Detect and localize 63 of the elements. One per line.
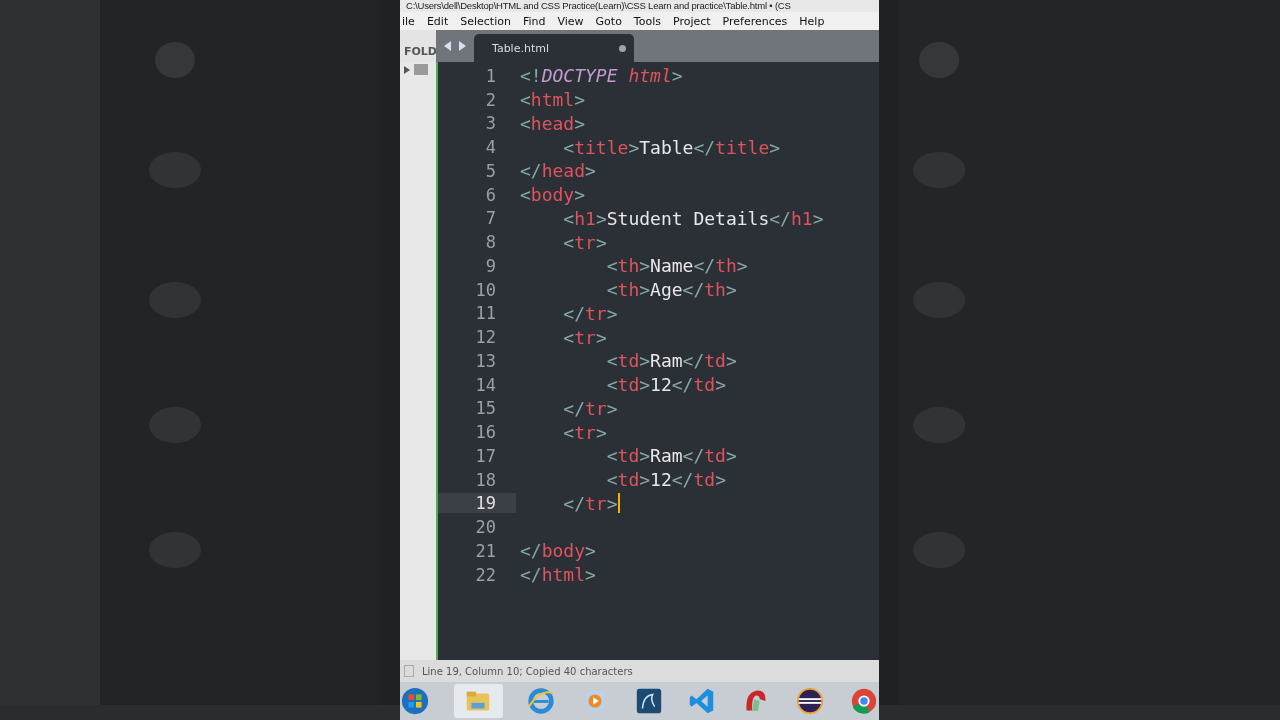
window-title: C:\Users\dell\Desktop\HTML and CSS Practice(Learn)\CSS Learn and practice\Table.html • (CS (406, 0, 791, 11)
code-line: </html> (520, 564, 596, 586)
line-number: 3 (484, 113, 497, 134)
menu-item[interactable]: Preferences (717, 14, 795, 28)
text-cursor (617, 492, 620, 513)
menu-item[interactable]: ile (400, 14, 422, 28)
line-number: 12 (474, 327, 497, 348)
code-line: </head> (520, 160, 596, 182)
line-number: 21 (474, 540, 497, 561)
panel-toggle-icon[interactable] (404, 665, 414, 677)
code-line: <td>12</td> (605, 374, 726, 396)
code-line: <head> (520, 112, 586, 134)
status-text: Line 19, Column 10; Copied 40 characters (422, 665, 633, 677)
line-number: 11 (474, 303, 497, 324)
file-tab[interactable]: Table.html (474, 34, 634, 62)
code-line: <th>Age</th> (605, 279, 737, 301)
browser-icon (526, 686, 556, 716)
code-line: <!DOCTYPE html> (520, 65, 683, 87)
line-number: 20 (474, 517, 497, 538)
line-number: 10 (474, 279, 497, 300)
menu-item[interactable]: Project (667, 14, 718, 28)
line-number: 5 (484, 160, 497, 181)
menu-item[interactable]: Goto (590, 14, 629, 28)
code-line: <tr> (562, 326, 607, 348)
line-number: 9 (484, 255, 497, 276)
line-number: 13 (474, 350, 497, 371)
expand-arrow-icon[interactable] (404, 65, 410, 74)
code-line: <body> (520, 184, 586, 206)
code-line: <tr> (562, 231, 607, 253)
code-line: <td>Ram</td> (605, 350, 737, 372)
code-line: <td>Ram</td> (605, 445, 737, 467)
code-line: <title>Table</title> (562, 136, 781, 158)
nav-arrows-icon[interactable] (444, 41, 466, 51)
line-number: 4 (484, 137, 497, 158)
line-number: 17 (474, 445, 497, 466)
line-number: 1 (484, 65, 497, 86)
menu-item[interactable]: View (552, 14, 591, 28)
code-line: <html> (520, 89, 586, 111)
line-number: 19 (438, 493, 516, 514)
line-number: 14 (474, 374, 497, 395)
sidebar-label: FOLD (404, 45, 437, 58)
menu-item[interactable]: Selection (455, 14, 518, 28)
code-line: <th>Name</th> (605, 255, 748, 277)
code-line: </tr> (562, 397, 618, 419)
code-line: </tr> (562, 492, 618, 514)
line-number: 22 (474, 564, 497, 585)
code-line: </tr> (562, 302, 618, 324)
line-number: 15 (474, 398, 497, 419)
line-number: 6 (484, 184, 497, 205)
menu-item[interactable]: Tools (628, 14, 668, 28)
code-line: <tr> (562, 421, 607, 443)
menu-item[interactable]: Edit (421, 14, 456, 28)
line-number: 7 (484, 208, 497, 229)
line-number: 8 (484, 232, 497, 253)
line-number: 2 (484, 89, 497, 110)
code-line: <td>12</td> (605, 469, 726, 491)
code-line: </body> (520, 540, 596, 562)
line-number: 18 (474, 469, 497, 490)
code-line: <h1>Student Details</h1> (562, 207, 824, 229)
menu-item[interactable]: Help (794, 14, 832, 28)
line-number: 16 (474, 422, 497, 443)
menu-item[interactable]: Find (517, 14, 553, 28)
start-button-icon (400, 686, 431, 716)
